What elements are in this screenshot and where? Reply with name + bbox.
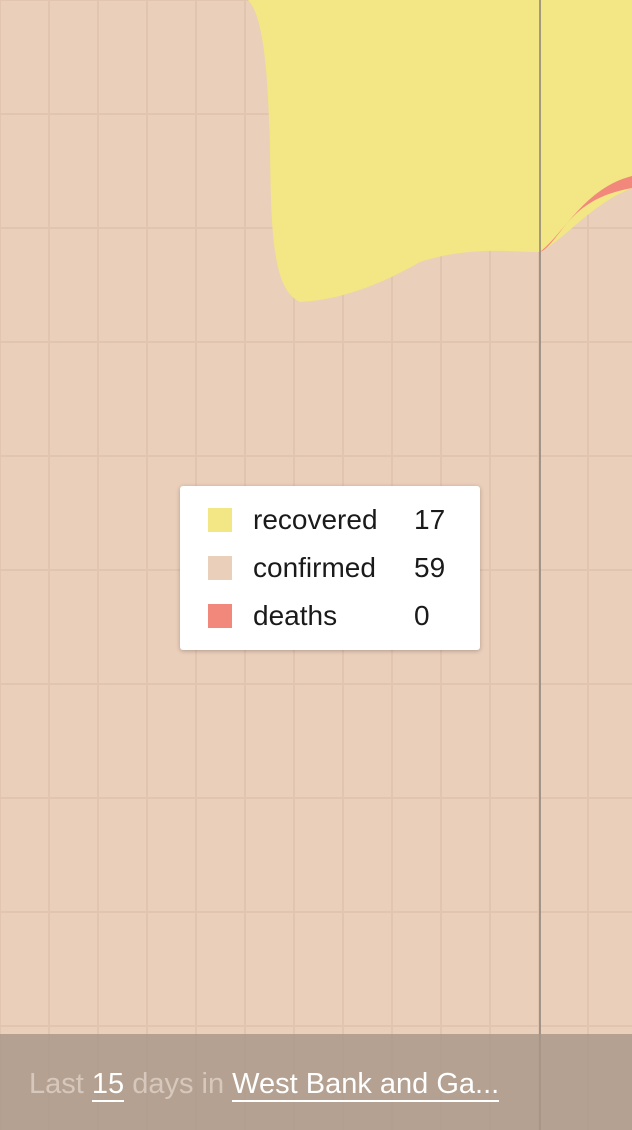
tooltip-row-recovered: recovered 17 <box>180 503 480 551</box>
hover-tooltip: recovered 17 confirmed 59 deaths 0 <box>180 486 480 650</box>
tooltip-row-confirmed: confirmed 59 <box>180 551 480 599</box>
legend-swatch-confirmed <box>208 556 232 580</box>
tooltip-value: 59 <box>414 552 446 583</box>
tooltip-label: recovered <box>253 504 378 535</box>
legend-swatch-deaths <box>208 604 232 628</box>
tooltip-label: deaths <box>253 600 338 631</box>
tooltip-value: 0 <box>414 600 430 631</box>
legend-swatch-recovered <box>208 508 232 532</box>
days-selector[interactable]: 15 <box>91 1068 125 1102</box>
region-selector[interactable]: West Bank and Ga... <box>232 1068 500 1102</box>
footer-middle: days in <box>132 1068 225 1100</box>
tooltip-label: confirmed <box>253 552 376 583</box>
footer-bar: Last 15 days in West Bank and Ga... <box>0 1034 632 1130</box>
tooltip-value: 17 <box>414 504 446 535</box>
footer-prefix: Last <box>29 1068 84 1100</box>
tooltip-row-deaths: deaths 0 <box>180 599 480 647</box>
chart-page: recovered 17 confirmed 59 deaths 0 Last … <box>0 0 632 1130</box>
